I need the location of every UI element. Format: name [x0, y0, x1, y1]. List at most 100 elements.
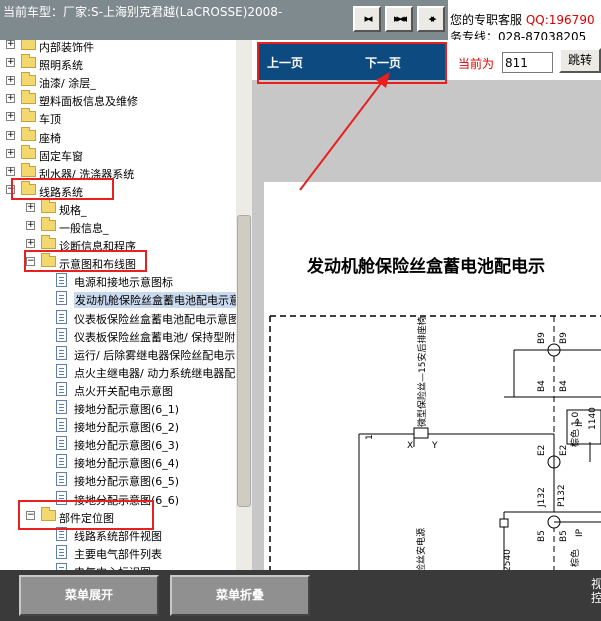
bottom-toolbar: 菜单展开 菜单折叠 视控: [0, 570, 601, 621]
tree-item[interactable]: + 规格_: [0, 198, 236, 218]
fit-page-button[interactable]: ▸▸◂◂: [385, 6, 413, 32]
collapse-menu-button[interactable]: 菜单折叠: [170, 575, 310, 616]
tree-item[interactable]: 接地分配示意图(6_5): [0, 471, 236, 489]
tree-item-label: 接地分配示意图(6_2): [74, 421, 180, 435]
tree-item[interactable]: + 油漆/ 涂层_: [0, 72, 236, 91]
tree-item[interactable]: + 固定车窗: [0, 144, 236, 164]
tree-item-label: 塑料面板信息及维修: [39, 95, 138, 109]
contact-box: 您的专职客服 QQ:196790 务专线：028-87038205: [448, 0, 601, 44]
contact-label: 您的专职客服: [450, 13, 523, 27]
tree-item[interactable]: 接地分配示意图(6_3): [0, 435, 236, 453]
tree-item[interactable]: 主要电气部件列表: [0, 544, 236, 562]
document-viewer: 上一页 下一页 当前为 跳转 发动机舱保险丝盒蓄电池配电示: [252, 40, 601, 610]
tree-item[interactable]: + 座椅: [0, 126, 236, 146]
pin-label: B4: [559, 380, 569, 392]
tree-item-label: 座椅: [39, 131, 61, 145]
tree-item[interactable]: 接地分配示意图(6_2): [0, 417, 236, 435]
tree-item-label: 油漆/ 涂层_: [39, 77, 96, 91]
tree-scroll-thumb[interactable]: [237, 215, 251, 507]
folder-icon: [21, 162, 36, 177]
tree-item-label: 一般信息_: [59, 222, 109, 235]
wire-color-label: 棕色 1.0: [569, 412, 581, 447]
tree-item-label: 点火开关配电示意图: [74, 384, 173, 398]
contact-qq[interactable]: QQ:196790: [526, 13, 595, 27]
tree-item-label: 线路系统部件视图: [74, 529, 162, 543]
highlight-component-locator: [18, 500, 154, 530]
go-button[interactable]: 跳转: [559, 48, 601, 73]
pin-label: Y: [431, 441, 438, 451]
wire-label: 1140: [588, 407, 598, 430]
expand-icon[interactable]: +: [6, 130, 15, 140]
expand-icon[interactable]: +: [26, 239, 35, 249]
expand-icon[interactable]: +: [6, 40, 15, 49]
tree-item-label: 接地分配示意图(6_5): [74, 475, 180, 489]
tree-item[interactable]: 电气中心标识图: [0, 562, 236, 570]
video-control-label[interactable]: 视控: [591, 577, 601, 605]
tree-item[interactable]: 电源和接地示意图标: [0, 272, 236, 290]
document-icon: [56, 345, 67, 360]
document-icon: [56, 436, 67, 451]
tree-item[interactable]: 运行/ 后除雾继电器保险丝配电示: [0, 345, 236, 363]
pin-label: B9: [559, 332, 569, 344]
tree-item-label: 电源和接地示意图标: [74, 276, 173, 290]
document-icon: [56, 418, 67, 433]
tree-item-label: 规格_: [59, 203, 87, 217]
wire-color-label: 棕色: [569, 549, 581, 567]
tree-item[interactable]: 接地分配示意图(6_1): [0, 399, 236, 417]
tree-item[interactable]: + 内部装饰件: [0, 40, 236, 55]
folder-icon: [21, 72, 36, 87]
pin-label: B9: [537, 332, 547, 344]
expand-icon[interactable]: +: [6, 76, 15, 86]
pin-label: E2: [537, 445, 547, 456]
tree-item[interactable]: 接地分配示意图(6_4): [0, 453, 236, 471]
tree-item-label: 照明系统: [39, 59, 83, 73]
pin-label: X: [407, 441, 413, 451]
document-icon: [56, 562, 67, 570]
folder-icon: [21, 144, 36, 159]
document-icon: [56, 363, 67, 378]
folder-icon: [21, 108, 36, 123]
tree-item[interactable]: + 一般信息_: [0, 217, 236, 236]
tree-scrollbar[interactable]: [236, 40, 252, 570]
tree-item[interactable]: + 车顶: [0, 108, 236, 127]
tree-item-label: 接地分配示意图(6_3): [74, 439, 180, 453]
expand-icon[interactable]: +: [6, 112, 15, 122]
tree-item[interactable]: + 塑料面板信息及维修: [0, 90, 236, 109]
tree-item-label: 发动机舱保险丝盒蓄电池配电示意: [74, 292, 241, 309]
tree-item[interactable]: 发动机舱保险丝盒蓄电池配电示意: [0, 290, 241, 309]
document-icon: [56, 327, 67, 342]
expand-icon[interactable]: +: [6, 58, 15, 68]
expand-icon[interactable]: +: [6, 94, 15, 104]
folder-icon: [21, 90, 36, 105]
tree-item-label: 车顶: [39, 113, 61, 127]
expand-icon[interactable]: +: [6, 166, 15, 176]
page-number-input[interactable]: [502, 52, 553, 73]
tree-item-label: 仪表板保险丝盒蓄电池/ 保持型附: [74, 330, 236, 344]
folder-icon: [41, 235, 56, 250]
tree-item[interactable]: 仪表板保险丝盒蓄电池配电示意图: [0, 309, 239, 327]
expand-menu-button[interactable]: 菜单展开: [19, 575, 159, 616]
tree-item[interactable]: 点火开关配电示意图: [0, 381, 236, 399]
actual-size-button[interactable]: ◂▸: [417, 6, 445, 32]
tree-item[interactable]: 点火主继电器/ 动力系统继电器配: [0, 363, 236, 381]
diagram-viewport[interactable]: 发动机舱保险丝盒蓄电池配电示 B9 B9 B4 B4 E2 E2 B5 B5 I…: [252, 80, 601, 610]
current-car-model: 当前车型：厂家:S-上海别克君越(LaCROSSE)2008-: [3, 5, 283, 19]
document-icon: [56, 291, 67, 306]
document-icon: [56, 472, 67, 487]
expand-icon[interactable]: +: [26, 221, 35, 230]
fit-width-button[interactable]: ▸◂: [353, 6, 381, 32]
tree-item[interactable]: 仪表板保险丝盒蓄电池/ 保持型附: [0, 327, 236, 345]
tree-item-label: 接地分配示意图(6_1): [74, 403, 180, 416]
expand-icon[interactable]: +: [26, 202, 35, 212]
pin-label: E2: [559, 445, 569, 456]
tree-item[interactable]: + 照明系统: [0, 54, 236, 73]
expand-icon[interactable]: +: [6, 148, 15, 158]
tree-item-label: 仪表板保险丝盒蓄电池配电示意图: [74, 312, 239, 326]
wiring-diagram-page: 发动机舱保险丝盒蓄电池配电示 B9 B9 B4 B4 E2 E2 B5 B5 I…: [264, 182, 601, 582]
highlight-schematics: [24, 250, 147, 272]
tree-item-label: 运行/ 后除雾继电器保险丝配电示: [74, 348, 236, 362]
tree-item-label: 接地分配示意图(6_4): [74, 457, 180, 471]
folder-icon: [41, 217, 56, 231]
pin-label: B4: [537, 380, 547, 392]
tree-item-label: 主要电气部件列表: [74, 547, 162, 561]
